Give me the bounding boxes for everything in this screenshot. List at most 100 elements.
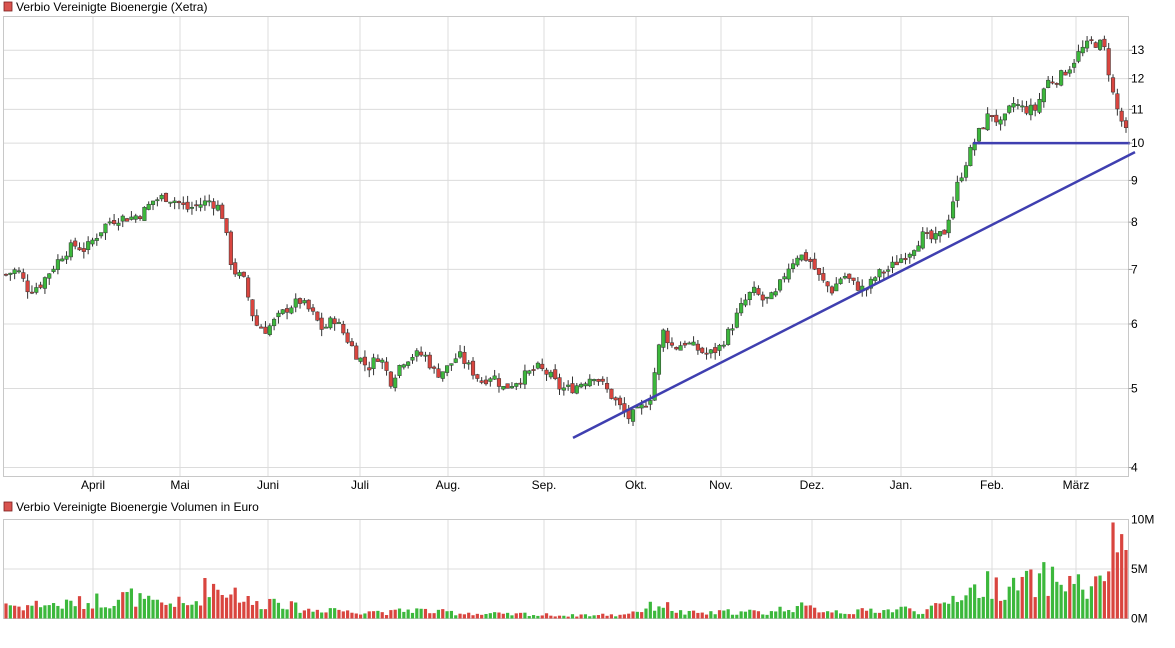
volume-bar xyxy=(302,610,306,619)
volume-bar xyxy=(216,589,220,619)
volume-bar xyxy=(1037,573,1042,619)
candle-body xyxy=(315,311,320,321)
volume-bar xyxy=(233,587,237,619)
price-x-tick-label: Mai xyxy=(170,478,189,492)
candle-body xyxy=(276,312,281,318)
candle-body xyxy=(873,277,878,281)
volume-bar xyxy=(1029,569,1033,619)
price-y-tick-label: 11 xyxy=(1131,102,1144,116)
volume-bar xyxy=(540,615,544,619)
candle-body xyxy=(1024,106,1029,114)
volume-bar xyxy=(596,615,601,619)
volume-bar xyxy=(851,614,856,619)
candle-body xyxy=(1007,105,1012,113)
volume-bar xyxy=(1076,574,1081,619)
volume-bar xyxy=(272,598,276,619)
volume-bar xyxy=(562,615,566,619)
candle-body xyxy=(760,294,765,301)
volume-bar xyxy=(129,588,134,619)
candle-body xyxy=(1067,69,1072,74)
candle-body xyxy=(189,207,194,209)
candle-body xyxy=(267,325,272,335)
candle-body xyxy=(159,194,164,200)
price-x-tick-label: Feb. xyxy=(980,478,1004,492)
price-y-tick-label: 7 xyxy=(1131,262,1138,276)
volume-bar xyxy=(998,600,1003,619)
volume-bar xyxy=(821,612,825,619)
candle-body xyxy=(834,283,839,292)
candle-body xyxy=(687,342,692,345)
candle-body xyxy=(618,397,623,406)
volume-bar xyxy=(860,608,864,619)
candle-body xyxy=(449,363,454,366)
candle-body xyxy=(1059,70,1064,86)
candle-body xyxy=(816,268,822,275)
candle-body xyxy=(207,200,212,203)
volume-bar xyxy=(363,613,367,619)
volume-bar xyxy=(43,605,47,619)
candle-body xyxy=(1076,51,1081,62)
volume-bar xyxy=(981,596,985,619)
candle-body xyxy=(981,127,986,130)
candle-body xyxy=(799,254,804,261)
candle-body xyxy=(138,216,143,219)
volume-legend-swatch xyxy=(3,501,13,512)
candle-body xyxy=(453,358,458,363)
volume-bar xyxy=(112,605,116,619)
volume-bar xyxy=(1050,566,1055,619)
candle-body xyxy=(120,215,125,222)
volume-bar xyxy=(588,616,592,619)
candle-body xyxy=(847,273,852,279)
volume-bar xyxy=(410,612,415,619)
volume-bar xyxy=(147,595,151,619)
volume-bar xyxy=(990,598,994,619)
volume-bar xyxy=(510,615,514,619)
candle-body xyxy=(466,362,471,365)
volume-bar xyxy=(380,612,384,619)
candle-body xyxy=(263,326,268,334)
candle-body xyxy=(228,231,233,266)
volume-bar xyxy=(64,599,69,619)
candle-body xyxy=(1020,105,1025,108)
volume-bar xyxy=(934,603,938,619)
volume-bar xyxy=(229,594,233,619)
volume-bar xyxy=(661,607,665,619)
candle-body xyxy=(985,113,990,131)
candle-body xyxy=(51,268,56,272)
candle-body xyxy=(42,277,47,289)
volume-bar xyxy=(938,603,942,619)
volume-bar xyxy=(164,604,168,619)
volume-bar xyxy=(393,609,397,619)
volume-bar xyxy=(242,601,246,619)
candle-body xyxy=(855,281,860,291)
volume-bar xyxy=(376,610,380,619)
price-x-tick-label: Juni xyxy=(257,478,279,492)
volume-bar xyxy=(605,615,609,619)
volume-bar xyxy=(691,610,696,619)
candle-body xyxy=(825,281,830,287)
candle-body xyxy=(501,386,506,390)
candle-body xyxy=(241,271,246,277)
volume-bar xyxy=(103,607,108,619)
candle-body xyxy=(803,252,809,261)
volume-bar xyxy=(657,606,661,619)
volume-bar xyxy=(108,608,112,619)
candle-body xyxy=(375,358,380,362)
candle-body xyxy=(254,315,259,326)
volume-bar xyxy=(458,613,462,619)
candle-body xyxy=(142,207,147,221)
candle-body xyxy=(743,299,748,306)
volume-bar xyxy=(203,577,207,619)
volume-bar xyxy=(973,584,977,619)
volume-bar xyxy=(337,609,341,619)
volume-bar xyxy=(488,613,492,619)
candle-body xyxy=(669,342,674,346)
volume-bar xyxy=(1094,576,1098,619)
candle-body xyxy=(133,215,138,220)
volume-bar xyxy=(583,614,588,619)
volume-bar xyxy=(99,607,103,619)
volume-bar xyxy=(142,598,146,619)
candle-body xyxy=(877,269,882,278)
volume-bar xyxy=(415,608,419,619)
volume-bar xyxy=(432,613,436,619)
